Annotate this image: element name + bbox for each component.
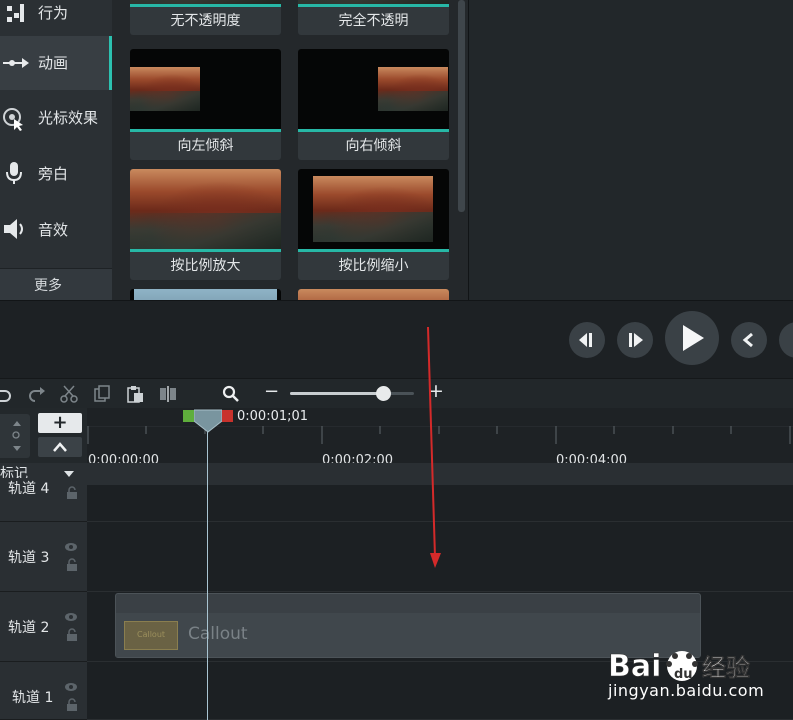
animation-thumbnail[interactable] <box>130 289 281 300</box>
annotation-arrow <box>427 326 441 568</box>
preview-image <box>130 49 281 129</box>
thumbnail-caption: 按比例缩小 <box>338 258 409 274</box>
animation-thumbnail[interactable] <box>298 289 449 300</box>
track-name: 轨道 2 <box>8 620 50 636</box>
track-height-control[interactable] <box>0 414 30 458</box>
preview-image <box>298 49 449 129</box>
track-header-4[interactable]: 轨道 4 <box>0 478 87 522</box>
animation-arrow-icon <box>3 58 29 68</box>
playback-controls <box>0 300 793 378</box>
split-icon[interactable] <box>159 385 177 403</box>
zoom-slider-fill <box>290 392 383 395</box>
behaviors-icon <box>7 4 24 22</box>
step-forward-icon <box>629 333 643 347</box>
zoom-search-icon <box>222 385 239 402</box>
preview-image <box>130 289 281 300</box>
animation-gallery: 无不透明度 完全不透明 向左倾斜 向右倾斜 按比例放大 按比例缩小 <box>112 0 468 300</box>
watermark-url: jingyan.baidu.com <box>608 681 765 700</box>
add-track-button[interactable]: + <box>38 413 82 433</box>
animation-thumbnail[interactable]: 向右倾斜 <box>298 49 449 160</box>
eye-icon[interactable] <box>64 682 78 692</box>
track-name: 轨道 4 <box>8 481 50 497</box>
playhead-line <box>207 430 208 720</box>
sidebar-item-label: 光标效果 <box>38 109 99 127</box>
in-point-marker[interactable] <box>183 410 194 422</box>
redo-icon[interactable] <box>28 385 46 403</box>
chevron-up-icon <box>53 442 67 452</box>
step-back-button[interactable] <box>569 322 605 358</box>
animation-thumbnail[interactable]: 按比例缩小 <box>298 169 449 280</box>
next-marker-button[interactable] <box>779 322 793 358</box>
animation-thumbnail[interactable]: 完全不透明 <box>298 0 449 35</box>
svg-text:du: du <box>674 667 693 682</box>
eye-icon[interactable] <box>64 612 78 622</box>
sidebar-item-label: 旁白 <box>38 165 69 183</box>
previous-marker-icon <box>742 332 753 348</box>
lock-icon[interactable] <box>66 486 78 500</box>
paste-icon[interactable] <box>126 385 144 403</box>
track-name: 轨道 1 <box>12 690 54 706</box>
playhead-time-readout: 0:00:01;01 <box>237 409 309 424</box>
thumbnail-caption: 完全不透明 <box>338 13 409 29</box>
cut-icon[interactable] <box>60 385 78 403</box>
collapse-button[interactable] <box>38 437 82 457</box>
sidebar-item-cursor-effects[interactable]: 光标效果 <box>0 90 112 144</box>
callout-thumbnail: Callout <box>124 621 178 650</box>
lock-icon[interactable] <box>66 698 78 712</box>
lock-icon[interactable] <box>66 558 78 572</box>
thumbnail-caption: 向右倾斜 <box>345 138 402 154</box>
preview-image <box>130 169 281 249</box>
cursor-effects-icon <box>3 108 23 131</box>
gallery-scrollbar[interactable] <box>458 0 465 212</box>
play-button[interactable] <box>665 311 719 365</box>
eye-icon[interactable] <box>64 542 78 552</box>
animation-thumbnail[interactable]: 向左倾斜 <box>130 49 281 160</box>
track-height-icon <box>12 421 21 451</box>
tools-sidebar: 行为 动画 光标效果 旁白 音效 更多 <box>0 0 112 300</box>
zoom-out-button[interactable]: − <box>264 381 279 402</box>
playhead-handle[interactable] <box>194 409 222 433</box>
properties-panel <box>468 0 793 300</box>
sidebar-item-behaviors[interactable]: 行为 <box>0 0 112 34</box>
timeline-header-controls: + <box>0 408 87 463</box>
sidebar-item-animation[interactable]: 动画 <box>0 36 112 90</box>
sidebar-item-label: 音效 <box>38 221 69 239</box>
more-button[interactable]: 更多 <box>0 268 112 300</box>
play-icon <box>683 325 704 351</box>
speaker-icon <box>4 219 23 239</box>
track-header-1[interactable]: 轨道 1 <box>0 662 87 720</box>
track-header-2[interactable]: 轨道 2 <box>0 592 87 662</box>
step-back-icon <box>579 333 592 347</box>
previous-marker-button[interactable] <box>731 322 767 358</box>
thumbnail-caption: 按比例放大 <box>170 258 241 274</box>
copy-icon[interactable] <box>93 385 111 403</box>
svg-text:Bai: Bai <box>608 649 661 684</box>
out-point-marker[interactable] <box>222 410 233 422</box>
thumbnail-caption: 无不透明度 <box>170 13 241 29</box>
track-header-3[interactable]: 轨道 3 <box>0 522 87 592</box>
zoom-slider-handle[interactable] <box>376 386 391 401</box>
step-forward-button[interactable] <box>617 322 653 358</box>
animation-thumbnail[interactable]: 无不透明度 <box>130 0 281 35</box>
animation-thumbnail[interactable]: 按比例放大 <box>130 169 281 280</box>
marker-track[interactable]: 标记 <box>0 463 793 485</box>
preview-image <box>298 289 449 300</box>
sidebar-item-label: 动画 <box>38 54 69 72</box>
thumbnail-caption: 向左倾斜 <box>177 138 234 154</box>
sidebar-item-label: 行为 <box>38 4 69 22</box>
sidebar-item-voice-narration[interactable]: 旁白 <box>0 146 112 200</box>
svg-text:经验: 经验 <box>702 654 750 682</box>
sidebar-item-audio-effects[interactable]: 音效 <box>0 202 112 256</box>
preview-image <box>298 169 449 249</box>
microphone-icon <box>6 162 22 184</box>
lock-icon[interactable] <box>66 628 78 642</box>
dropdown-arrow-icon[interactable] <box>63 470 75 478</box>
undo-icon[interactable] <box>0 385 12 403</box>
track-name: 轨道 3 <box>8 550 50 566</box>
more-label: 更多 <box>34 278 62 294</box>
callout-clip-label: Callout <box>188 624 248 644</box>
